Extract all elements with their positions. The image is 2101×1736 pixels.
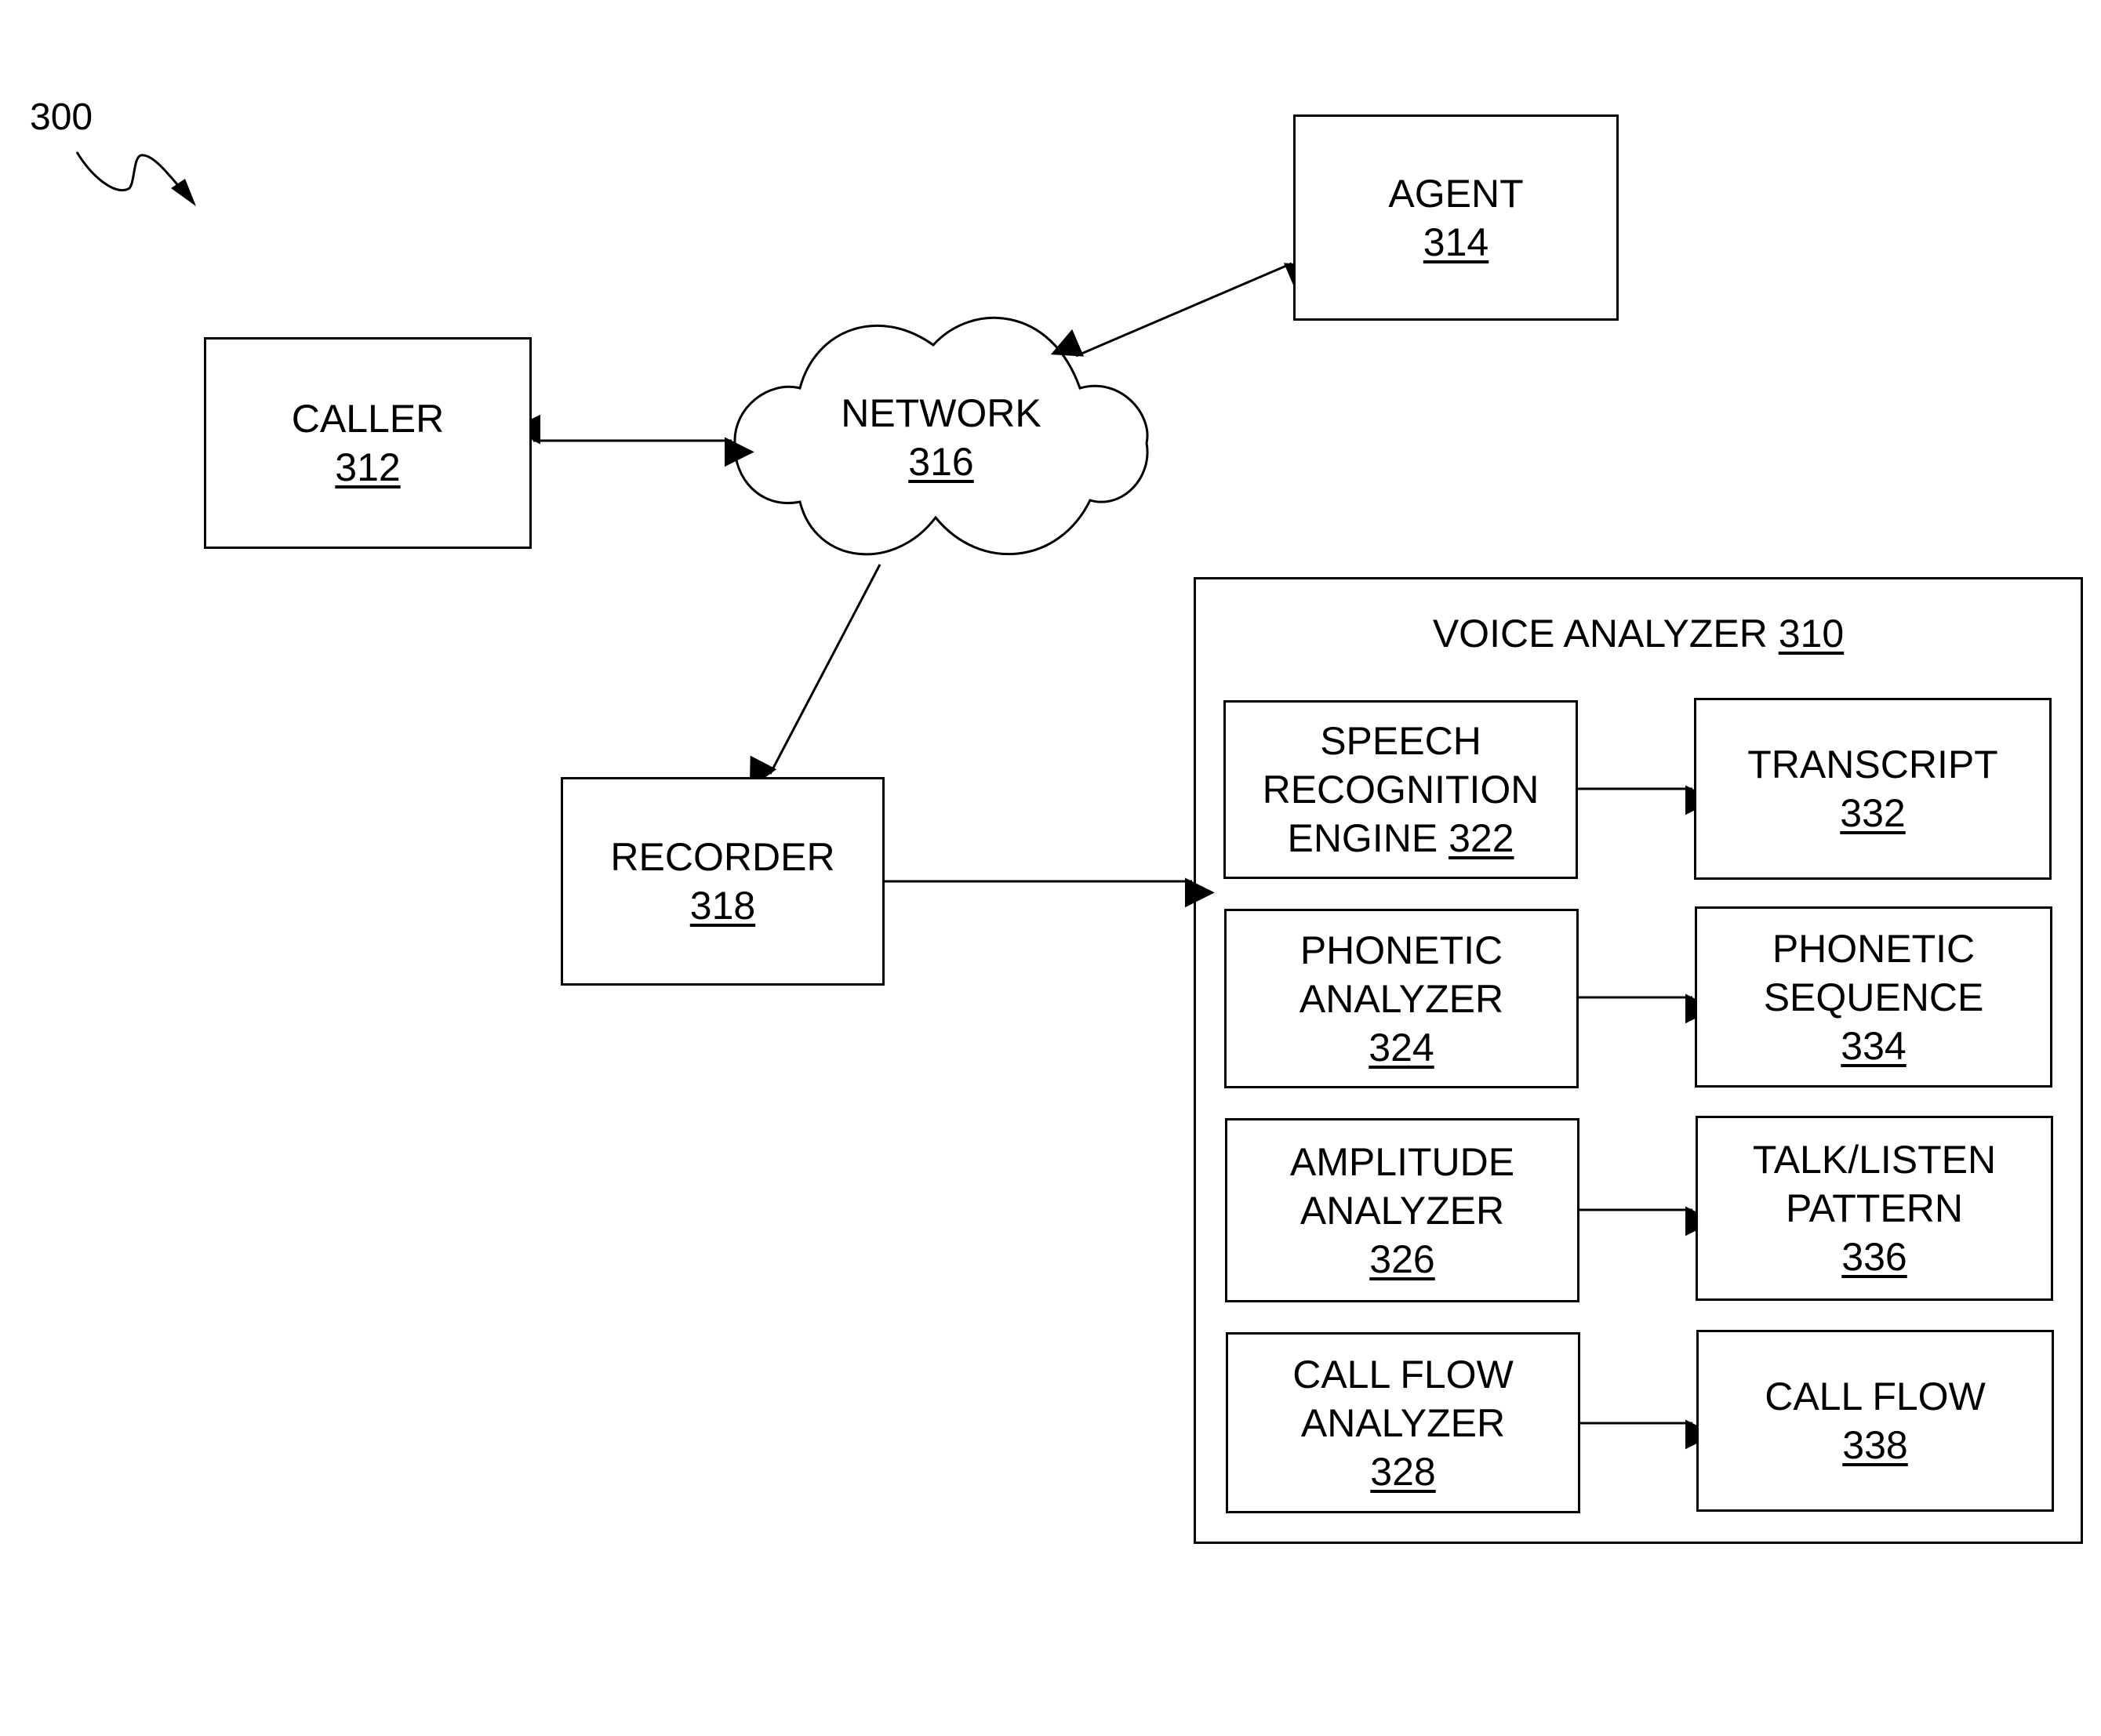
network-agent-link <box>1050 262 1318 358</box>
text-label: ENGINE <box>1287 816 1438 860</box>
text-label: AMPLITUDE <box>1289 1139 1515 1184</box>
phonetic-analyzer-box: PHONETIC ANALYZER 324 <box>1224 909 1579 1088</box>
text-label: ANALYZER <box>1300 1400 1506 1445</box>
call-flow-analyzer-box: CALL FLOW ANALYZER 328 <box>1226 1332 1580 1513</box>
amplitude-analyzer-box: AMPLITUDE ANALYZER 326 <box>1225 1118 1579 1302</box>
phonetic-sequence-ref: 334 <box>1841 1023 1907 1068</box>
network-ref: 316 <box>908 440 974 484</box>
talk-listen-pattern-ref: 336 <box>1841 1235 1907 1279</box>
speech-recognition-engine-box: SPEECH RECOGNITION ENGINE 322 <box>1223 700 1578 879</box>
text-label: CALL FLOW <box>1292 1352 1514 1396</box>
text-label: VOICE ANALYZER <box>1432 612 1768 656</box>
text-label: SEQUENCE <box>1763 975 1984 1019</box>
text-label: PHONETIC <box>1299 928 1503 972</box>
network-label-group: NETWORK 316 <box>784 389 1098 486</box>
text-label: SPEECH <box>1320 719 1481 763</box>
phonetic-sequence-box: PHONETIC SEQUENCE 334 <box>1695 906 2052 1088</box>
call-flow-analyzer-ref: 328 <box>1370 1449 1436 1494</box>
voice-analyzer-ref: 310 <box>1778 612 1845 656</box>
text-label: PATTERN <box>1786 1186 1963 1230</box>
caller-box: CALLER 312 <box>204 337 532 549</box>
text-label: ANALYZER <box>1299 976 1504 1021</box>
figure-number: 300 <box>30 96 93 138</box>
network-label: NETWORK <box>841 391 1041 435</box>
agent-box: AGENT 314 <box>1293 114 1619 321</box>
text-label: TRANSCRIPT <box>1747 743 1998 786</box>
transcript-box: TRANSCRIPT 332 <box>1694 698 2052 880</box>
agent-ref: 314 <box>1423 220 1489 264</box>
agent-label: AGENT <box>1388 171 1524 216</box>
caller-label: CALLER <box>291 397 445 441</box>
recorder-label: RECORDER <box>610 835 835 879</box>
network-recorder-link <box>749 564 881 789</box>
text-label: TALK/LISTEN <box>1752 1138 1997 1182</box>
text-label: CALL FLOW <box>1765 1375 1986 1418</box>
text-label: RECOGNITION <box>1262 768 1539 812</box>
phonetic-analyzer-ref: 324 <box>1369 1025 1434 1070</box>
recorder-box: RECORDER 318 <box>561 777 885 986</box>
call-flow-box: CALL FLOW 338 <box>1696 1330 2054 1512</box>
speech-engine-ref: 322 <box>1449 816 1514 860</box>
transcript-ref: 332 <box>1840 791 1906 835</box>
text-label: PHONETIC <box>1772 926 1976 971</box>
amplitude-analyzer-ref: 326 <box>1369 1237 1435 1281</box>
caller-ref: 312 <box>335 445 401 489</box>
voice-analyzer-title: VOICE ANALYZER 310 <box>1196 611 2081 656</box>
figure-pointer-arrow <box>75 151 194 203</box>
talk-listen-pattern-box: TALK/LISTEN PATTERN 336 <box>1696 1116 2053 1301</box>
text-label: ANALYZER <box>1299 1188 1505 1233</box>
call-flow-ref: 338 <box>1842 1423 1908 1467</box>
recorder-ref: 318 <box>689 884 756 928</box>
